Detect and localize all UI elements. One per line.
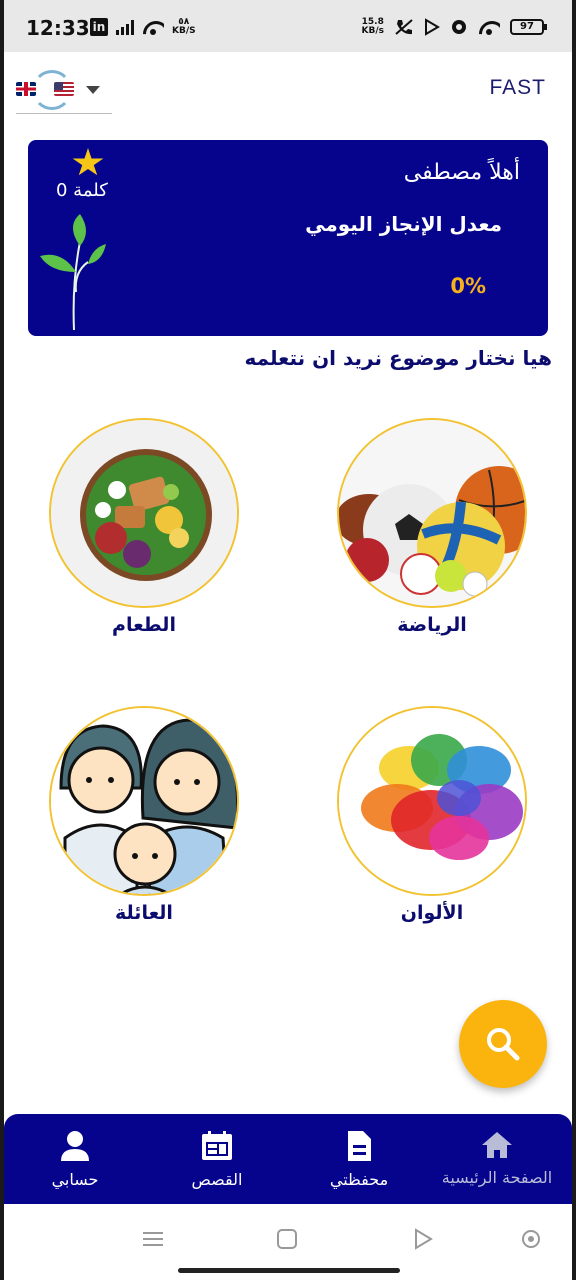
- person-icon: [61, 1131, 89, 1161]
- play-store-icon: [425, 18, 440, 36]
- daily-rate-label: معدل الإنجاز اليومي: [305, 212, 502, 236]
- topic-colors[interactable]: الألوان: [336, 706, 528, 924]
- home-icon: [482, 1132, 512, 1158]
- app-screen: 12:33 in ٥٨ KB/S 15.8 KB/s 97 FAST كلمة …: [4, 0, 572, 1280]
- assistant-icon[interactable]: [520, 1228, 542, 1250]
- language-selector[interactable]: [16, 66, 112, 114]
- daily-rate-value: 0%: [450, 274, 486, 298]
- nav-stories[interactable]: القصص: [152, 1130, 282, 1189]
- star-icon: [72, 148, 104, 176]
- home-square-icon[interactable]: [276, 1228, 298, 1250]
- us-flag-icon: [54, 82, 74, 96]
- nav-wallet[interactable]: محفظتي: [294, 1130, 424, 1189]
- wifi-icon-right: [478, 19, 500, 35]
- signal-icon: [116, 19, 134, 35]
- plant-icon: [40, 214, 106, 331]
- greeting-text: أهلاً مصطفى: [403, 160, 520, 185]
- topic-sports[interactable]: الرياضة: [336, 418, 528, 636]
- home-indicator: [178, 1268, 400, 1273]
- status-bar: 12:33 in ٥٨ KB/S 15.8 KB/s 97: [4, 0, 572, 52]
- bottom-navigation: الصفحة الرئيسية محفظتي القصص حسابي: [4, 1114, 572, 1204]
- battery-icon: 97: [510, 19, 547, 35]
- status-icons-left: in ٥٨ KB/S: [90, 18, 196, 36]
- color-powder-image: [337, 706, 527, 896]
- menu-icon[interactable]: [142, 1228, 164, 1250]
- topic-label: الطعام: [112, 614, 176, 636]
- daily-progress-card: كلمة 0 أهلاً مصطفى معدل الإنجاز اليومي 0…: [28, 140, 548, 336]
- call-muted-icon: [395, 19, 413, 35]
- topic-label: الألوان: [400, 902, 464, 924]
- back-triangle-icon[interactable]: [412, 1228, 434, 1250]
- nav-label: محفظتي: [329, 1170, 389, 1189]
- data-speed-right: 15.8 KB/s: [361, 17, 384, 36]
- uk-flag-icon: [16, 82, 36, 96]
- topic-prompt: هيا نختار موضوع نريد ان نتعلمه: [244, 346, 552, 370]
- nav-label: حسابي: [51, 1170, 99, 1189]
- topic-food[interactable]: الطعام: [48, 418, 240, 636]
- topic-label: الرياضة: [397, 614, 467, 636]
- status-icons-right: 15.8 KB/s 97: [361, 17, 547, 36]
- family-image: [49, 706, 239, 896]
- document-icon: [348, 1131, 371, 1161]
- wifi-icon: [142, 19, 164, 35]
- topic-label: العائلة: [115, 902, 173, 924]
- nav-home[interactable]: الصفحة الرئيسية: [432, 1130, 562, 1187]
- linkedin-icon: in: [90, 18, 108, 36]
- chevron-down-icon: [86, 86, 100, 94]
- nav-account[interactable]: حسابي: [10, 1130, 140, 1189]
- status-time: 12:33: [26, 16, 90, 40]
- calendar-icon: [202, 1131, 232, 1160]
- app-header: FAST: [4, 52, 572, 132]
- app-notification-icon: [452, 20, 466, 34]
- system-navigation-bar: [4, 1204, 572, 1280]
- data-speed-left: ٥٨ KB/S: [172, 17, 196, 36]
- nav-label: القصص: [191, 1170, 243, 1189]
- food-bowl-image: [49, 418, 239, 608]
- topic-family[interactable]: العائلة: [48, 706, 240, 924]
- sports-balls-image: [337, 418, 527, 608]
- nav-label: الصفحة الرئيسية: [441, 1168, 553, 1187]
- words-count: كلمة 0: [56, 180, 108, 201]
- search-button[interactable]: [459, 1000, 547, 1088]
- brand-title: FAST: [489, 76, 546, 99]
- search-icon: [487, 1028, 520, 1061]
